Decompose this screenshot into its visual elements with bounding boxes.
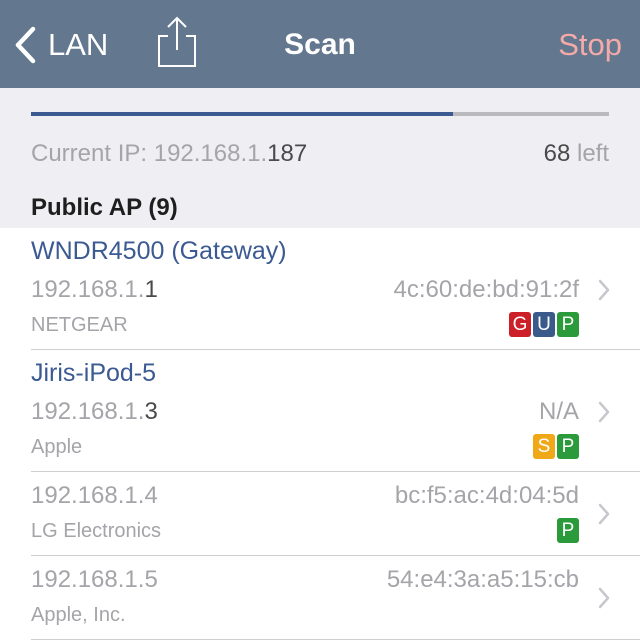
stop-button[interactable]: Stop: [558, 24, 622, 66]
remaining-count-value: 68: [543, 140, 571, 167]
current-ip-prefix: 192.168.1.: [153, 140, 268, 167]
back-button[interactable]: LAN: [14, 24, 108, 66]
device-vendor: Apple: [31, 436, 83, 458]
badge-u: U: [533, 312, 555, 337]
current-ip-suffix: 187: [267, 140, 308, 167]
device-row[interactable]: 192.168.1.5 54:e4:3a:a5:15:cb Apple, Inc…: [0, 556, 640, 640]
device-ip-suffix: 5: [144, 566, 158, 593]
current-ip: Current IP: 192.168.1.187: [31, 138, 307, 170]
chevron-right-icon: [598, 587, 610, 609]
device-name: Jiris-iPod-5: [31, 359, 157, 387]
device-mac: bc:f5:ac:4d:04:5d: [394, 482, 579, 509]
device-ip-suffix: 1: [144, 276, 158, 303]
device-ip: 192.168.1.1: [31, 274, 158, 306]
device-ip-prefix: 192.168.1.: [31, 566, 145, 593]
device-badges: S P: [533, 434, 579, 459]
device-vendor: Apple, Inc.: [31, 604, 126, 626]
chevron-right-icon: [598, 503, 610, 525]
device-row[interactable]: Jiris-iPod-5 192.168.1.3 N/A Apple S P: [0, 350, 640, 472]
device-ip: 192.168.1.3: [31, 396, 158, 428]
section-header: Public AP (9): [31, 194, 178, 221]
scan-progress-fill: [31, 112, 453, 116]
device-badges: G U P: [509, 312, 579, 337]
badge-s: S: [533, 434, 555, 459]
chevron-right-icon: [598, 401, 610, 423]
remaining-count-label: left: [576, 140, 609, 167]
device-row[interactable]: WNDR4500 (Gateway) 192.168.1.1 4c:60:de:…: [0, 228, 640, 350]
badge-g: G: [509, 312, 531, 337]
device-mac: 4c:60:de:bd:91:2f: [393, 276, 579, 303]
current-ip-label: Current IP:: [31, 140, 148, 167]
device-ip-suffix: 3: [144, 398, 158, 425]
device-ip: 192.168.1.4: [31, 480, 158, 512]
device-mac: 54:e4:3a:a5:15:cb: [386, 566, 579, 593]
device-ip-prefix: 192.168.1.: [31, 276, 145, 303]
chevron-left-icon: [15, 26, 36, 64]
navigation-bar: LAN Scan Stop: [0, 0, 640, 88]
badge-p: P: [557, 312, 579, 337]
device-ip-suffix: 4: [144, 482, 158, 509]
badge-p: P: [557, 434, 579, 459]
badge-p: P: [557, 518, 579, 543]
chevron-right-icon: [598, 279, 610, 301]
share-button[interactable]: [154, 14, 200, 70]
device-badges: P: [557, 518, 579, 543]
device-name: WNDR4500 (Gateway): [31, 237, 287, 265]
device-list: WNDR4500 (Gateway) 192.168.1.1 4c:60:de:…: [0, 228, 640, 640]
device-ip: 192.168.1.5: [31, 564, 158, 596]
share-icon: [158, 16, 196, 67]
device-ip-prefix: 192.168.1.: [31, 398, 145, 425]
remaining-count: 68 left: [544, 138, 609, 170]
device-vendor: LG Electronics: [31, 520, 162, 542]
device-mac: N/A: [538, 398, 579, 425]
scan-status: Current IP: 192.168.1.187 68 left Public…: [0, 88, 640, 228]
scan-progress-bar: [31, 112, 609, 116]
device-ip-prefix: 192.168.1.: [31, 482, 145, 509]
back-button-label: LAN: [48, 27, 109, 62]
device-vendor: NETGEAR: [31, 314, 128, 336]
device-row[interactable]: 192.168.1.4 bc:f5:ac:4d:04:5d LG Electro…: [0, 472, 640, 556]
